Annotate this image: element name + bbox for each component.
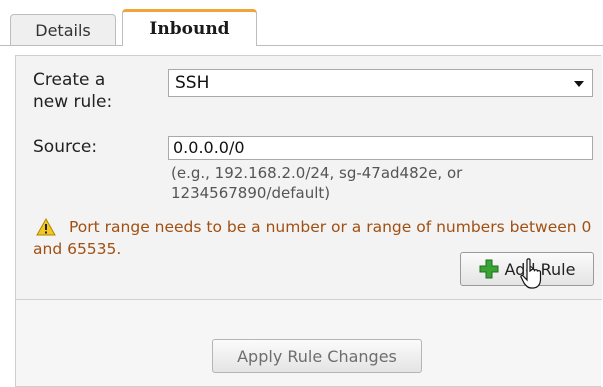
chevron-down-icon <box>574 81 584 87</box>
rule-label: Create a new rule: <box>33 70 113 112</box>
tab-details[interactable]: Details <box>10 14 116 45</box>
apply-rule-changes-label: Apply Rule Changes <box>237 346 397 366</box>
rule-form: Create a new rule: SSH Source: 0.0.0.0/0… <box>16 56 602 300</box>
tab-inbound[interactable]: Inbound <box>122 9 257 46</box>
source-input[interactable]: 0.0.0.0/0 <box>168 136 593 160</box>
plus-icon <box>479 259 499 279</box>
tab-inbound-label: Inbound <box>149 19 230 39</box>
rule-select-value: SSH <box>175 73 210 93</box>
source-input-value: 0.0.0.0/0 <box>173 138 245 157</box>
apply-rule-changes-button[interactable]: Apply Rule Changes <box>212 339 422 373</box>
tab-bar: Details Inbound <box>0 0 603 46</box>
source-label: Source: <box>33 137 98 157</box>
source-hint: (e.g., 192.168.2.0/24, sg-47ad482e, or 1… <box>171 164 463 202</box>
mouse-cursor-icon <box>520 258 542 289</box>
inbound-panel: Create a new rule: SSH Source: 0.0.0.0/0… <box>15 55 602 387</box>
rule-select[interactable]: SSH <box>168 69 593 97</box>
tab-details-label: Details <box>35 20 91 40</box>
